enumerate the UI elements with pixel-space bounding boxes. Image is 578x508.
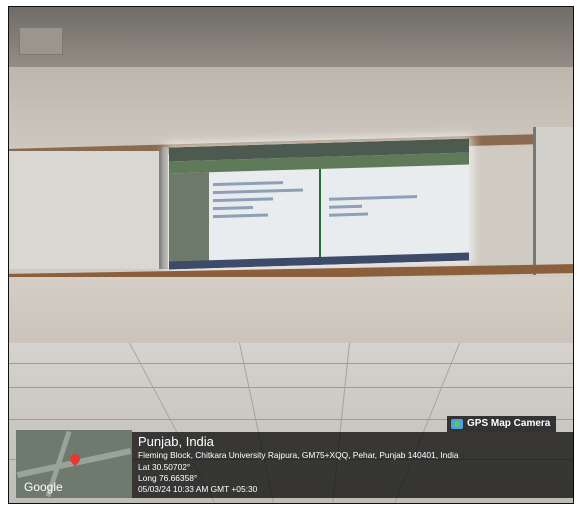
gps-app-label: GPS Map Camera <box>467 418 551 429</box>
gps-app-tag: GPS Map Camera <box>447 416 557 432</box>
projected-code-area <box>213 175 313 238</box>
code-line <box>213 181 283 187</box>
projected-screen <box>169 138 469 270</box>
projected-divider <box>319 168 321 265</box>
right-whiteboard <box>533 127 573 275</box>
address-text: Fleming Block, Chitkara University Rajpu… <box>138 450 459 460</box>
datetime-text: 05/03/24 10:33 AM GMT +05:30 <box>138 484 258 494</box>
code-line <box>213 205 253 211</box>
code-line <box>213 213 268 219</box>
projected-output-area <box>329 189 439 232</box>
latitude-text: Lat 30.50702° <box>138 462 191 472</box>
floor-tile-line <box>9 363 573 364</box>
projected-sidebar <box>169 172 209 270</box>
code-line <box>213 197 273 203</box>
output-line <box>329 195 417 201</box>
left-whiteboard <box>9 151 162 269</box>
output-line <box>329 204 362 209</box>
code-line <box>213 188 303 195</box>
ceiling-panel <box>19 27 63 55</box>
map-thumbnail: Google <box>16 430 132 498</box>
lower-wall <box>9 277 573 347</box>
location-info-panel: Punjab, India Fleming Block, Chitkara Un… <box>132 432 574 498</box>
whiteboard-edge <box>162 147 168 269</box>
map-brand-label: Google <box>24 480 63 494</box>
floor-tile-line <box>9 387 573 388</box>
output-line <box>329 212 368 217</box>
longitude-text: Long 76.66358° <box>138 473 198 483</box>
gps-camera-icon <box>451 419 463 429</box>
place-title: Punjab, India <box>138 434 214 449</box>
